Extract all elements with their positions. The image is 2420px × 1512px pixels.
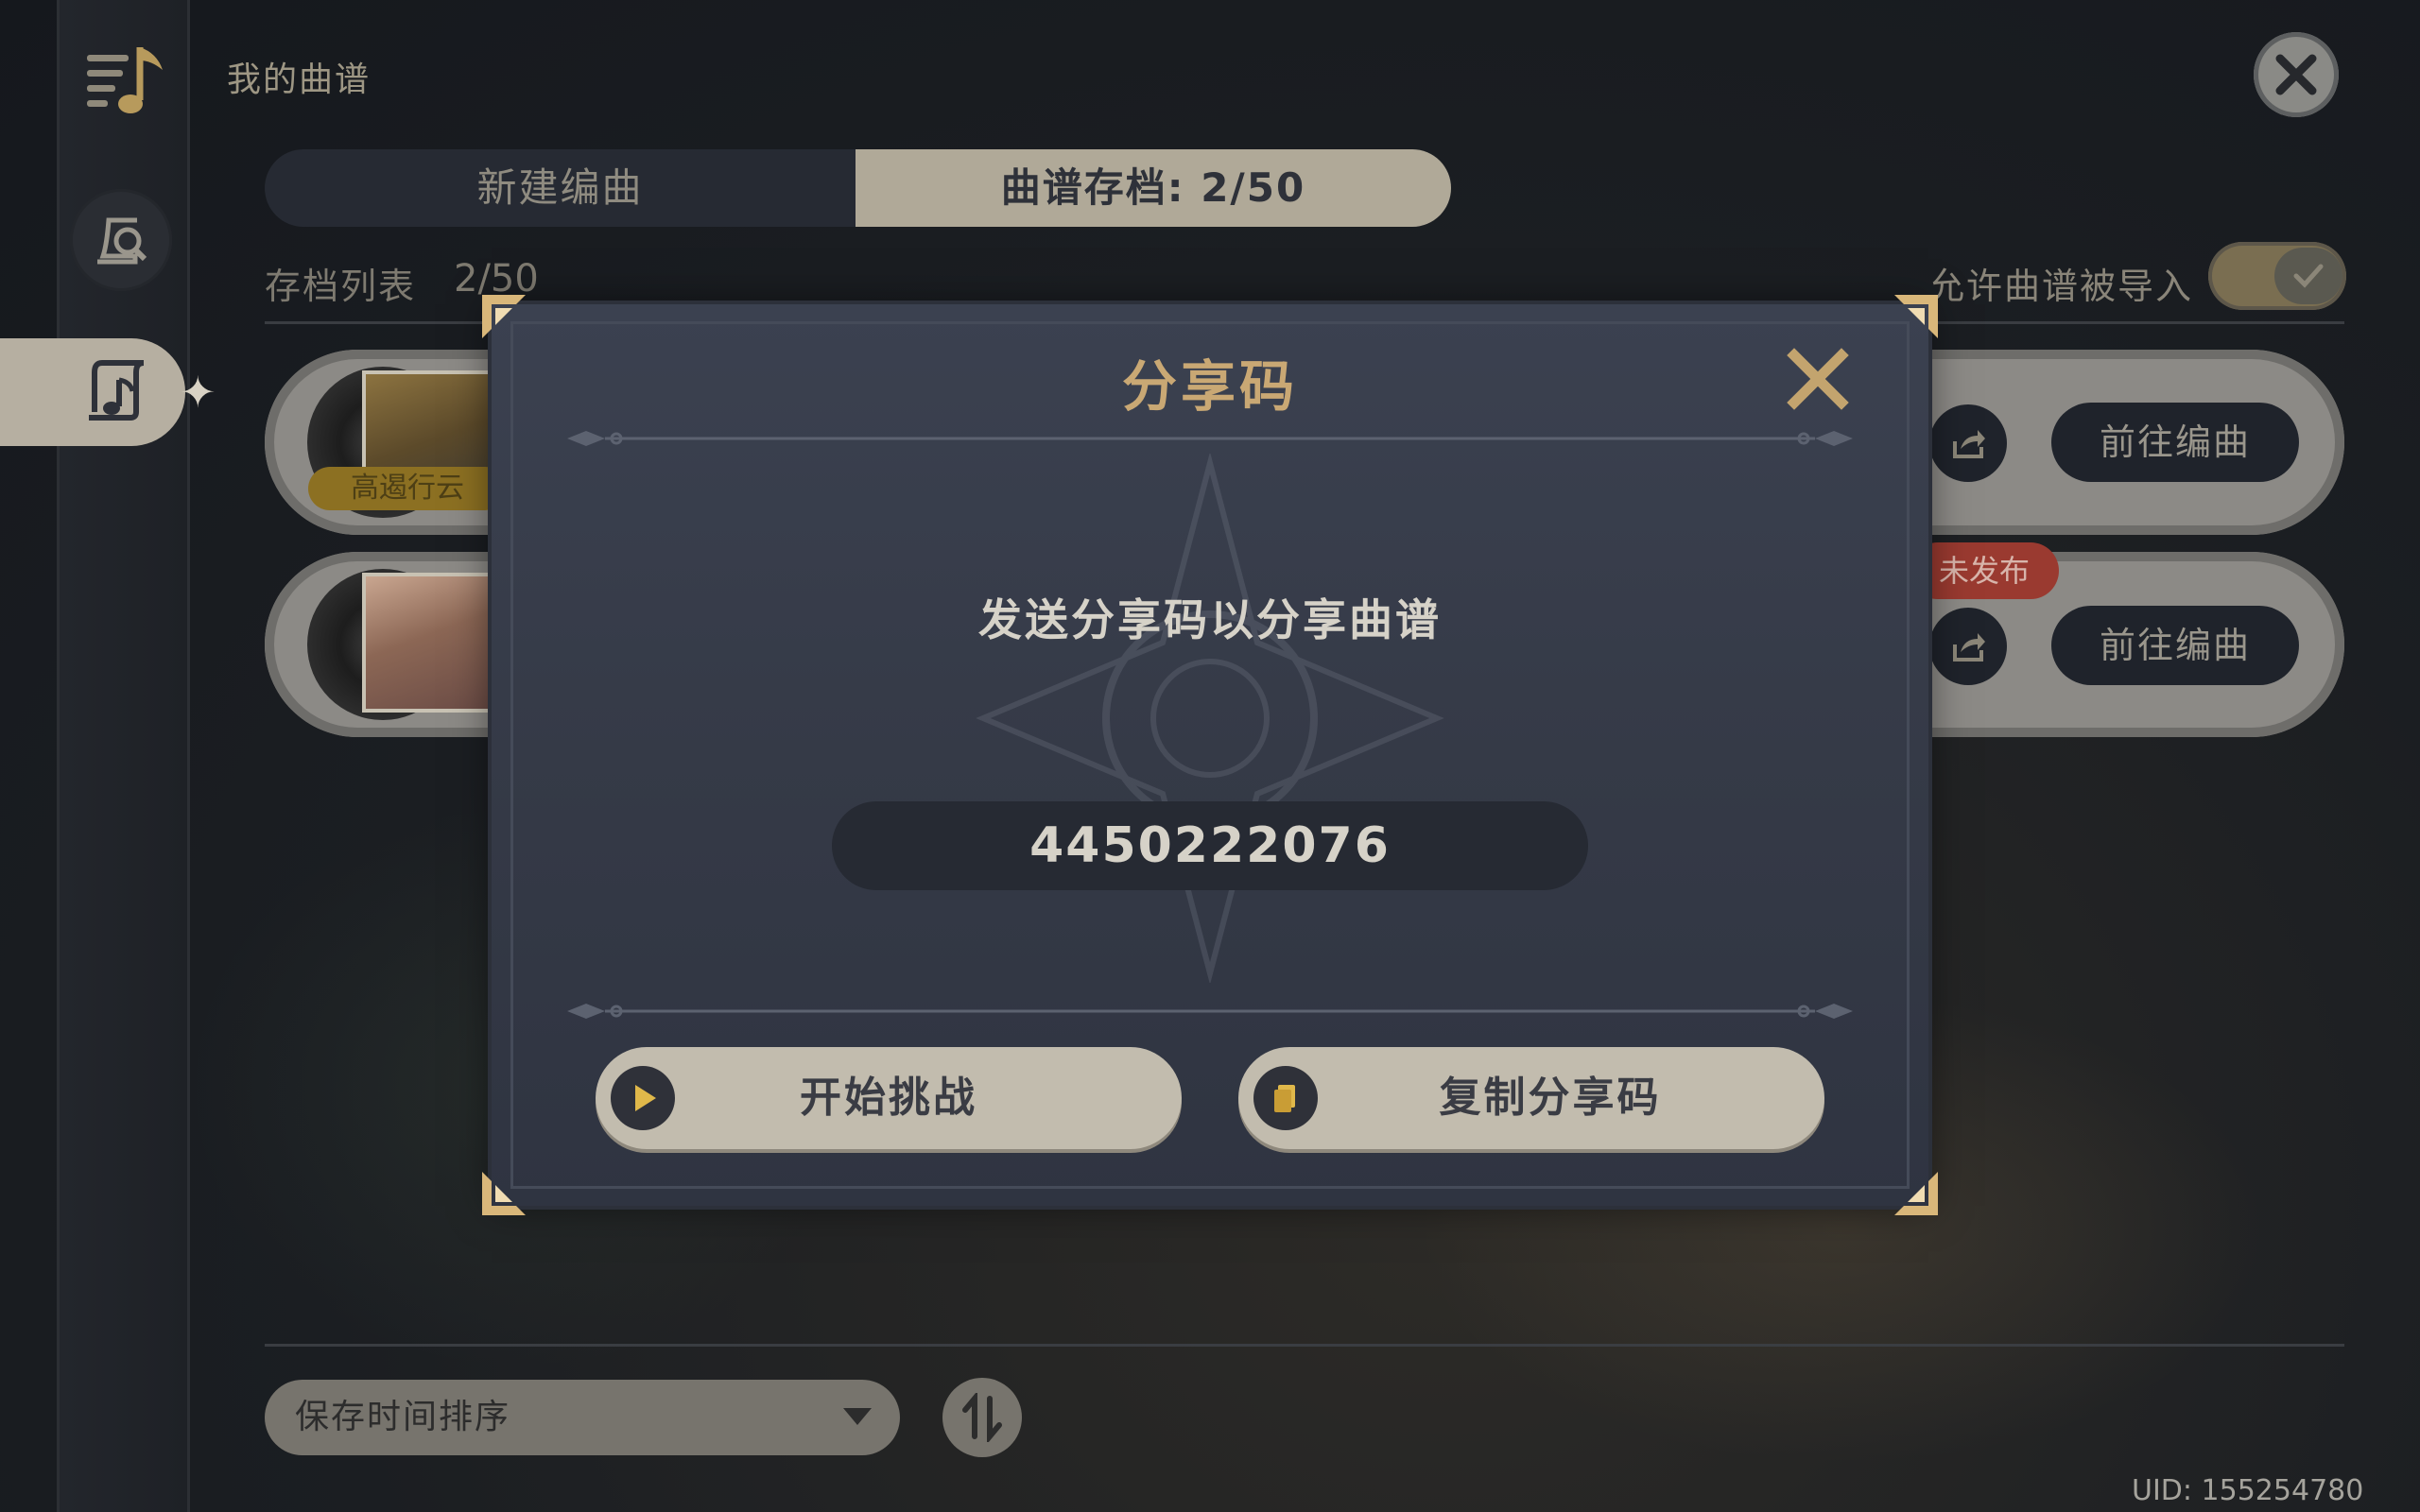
copy-share-code-button[interactable]: 复制分享码 xyxy=(1238,1047,1824,1149)
music-search-icon xyxy=(97,217,147,265)
go-edit-button[interactable]: 前往编曲 xyxy=(2051,403,2299,482)
music-search-button[interactable] xyxy=(70,189,172,291)
background-emblem xyxy=(976,454,1444,983)
song-cover-image xyxy=(362,573,502,713)
start-challenge-label: 开始挑战 xyxy=(800,1074,977,1122)
corner-ornament xyxy=(482,1172,526,1215)
dialog-message: 发送分享码以分享曲谱 xyxy=(978,594,1442,645)
close-dialog-button[interactable] xyxy=(1785,346,1851,412)
uid-label: UID: 155254780 xyxy=(2132,1474,2364,1507)
tab-score-archive[interactable]: 曲谱存档: 2/50 xyxy=(856,149,1451,227)
share-code-field[interactable]: 4450222076 xyxy=(832,801,1588,890)
close-icon xyxy=(1787,348,1849,410)
share-button[interactable] xyxy=(1929,404,2007,482)
close-icon xyxy=(2275,54,2317,95)
share-icon xyxy=(1953,633,1985,662)
divider xyxy=(265,1344,2344,1347)
corner-ornament xyxy=(482,295,526,338)
sort-dropdown-label: 保存时间排序 xyxy=(295,1398,511,1436)
tab-new-composition[interactable]: 新建编曲 xyxy=(265,149,856,227)
sort-order-button[interactable] xyxy=(942,1378,1022,1457)
sort-toggle-icon xyxy=(962,1393,1002,1442)
corner-ornament xyxy=(1894,295,1938,338)
tab-bar: 新建编曲 曲谱存档: 2/50 xyxy=(265,149,1451,227)
go-edit-button[interactable]: 前往编曲 xyxy=(2051,606,2299,685)
ornamental-divider xyxy=(567,431,1853,446)
share-icon xyxy=(1953,430,1985,458)
ornamental-divider xyxy=(567,1004,1853,1019)
dialog-title: 分享码 xyxy=(1121,354,1298,419)
song-tag: 高遏行云 xyxy=(308,467,507,510)
close-page-button[interactable] xyxy=(2254,32,2339,117)
page-title: 我的曲谱 xyxy=(227,60,372,99)
music-scroll-icon xyxy=(89,360,145,421)
unpublished-badge: 未发布 xyxy=(1910,542,2059,599)
sheet-music-icon xyxy=(83,38,174,129)
share-button[interactable] xyxy=(1929,608,2007,685)
sidebar-item-my-scores[interactable] xyxy=(0,338,185,446)
allow-import-label: 允许曲谱被导入 xyxy=(1928,266,2194,307)
chevron-down-icon xyxy=(843,1408,872,1425)
corner-ornament xyxy=(1894,1172,1938,1215)
check-icon xyxy=(2293,264,2324,288)
copy-share-code-label: 复制分享码 xyxy=(1439,1074,1662,1122)
start-challenge-button[interactable]: 开始挑战 xyxy=(596,1047,1182,1149)
active-indicator-star: ✦ xyxy=(180,367,216,418)
archive-list-label: 存档列表 xyxy=(265,266,417,307)
toggle-knob xyxy=(2274,248,2342,304)
